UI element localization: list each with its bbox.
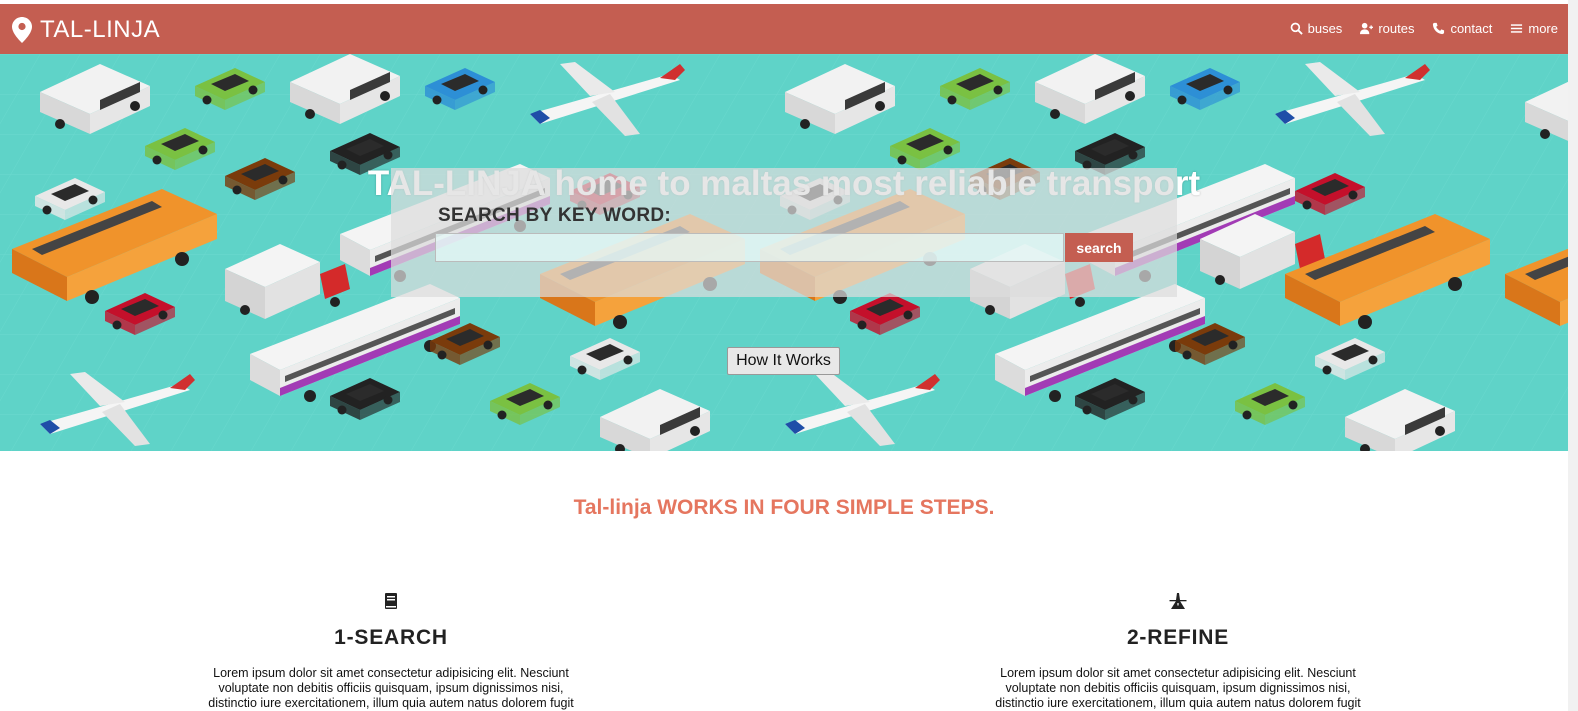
- nav-link-buses[interactable]: buses: [1290, 21, 1343, 36]
- brand-link[interactable]: TAL-LINJA: [12, 16, 160, 44]
- nav-link-more[interactable]: more: [1510, 21, 1558, 36]
- step-description: Lorem ipsum dolor sit amet consectetur a…: [995, 666, 1361, 710]
- search-button[interactable]: search: [1065, 233, 1133, 262]
- phone-icon: [1433, 22, 1445, 35]
- steps-heading: Tal-linja WORKS IN FOUR SIMPLE STEPS.: [573, 496, 995, 519]
- nav-link-label: more: [1528, 21, 1558, 36]
- step-title: 1-SEARCH: [334, 626, 448, 649]
- search-panel: SEARCH BY KEY WORD: search: [391, 168, 1177, 297]
- step-description: Lorem ipsum dolor sit amet consectetur a…: [208, 666, 574, 710]
- user-plus-icon: [1360, 22, 1374, 35]
- step-search: 1-SEARCH Lorem ipsum dolor sit amet cons…: [201, 592, 581, 711]
- location-pin-icon: [12, 17, 32, 43]
- how-it-works-button[interactable]: How It Works: [727, 347, 840, 375]
- road-icon: [1169, 593, 1187, 609]
- step-title: 2-REFINE: [1126, 626, 1230, 649]
- book-icon: [385, 593, 397, 609]
- nav-link-contact[interactable]: contact: [1432, 21, 1492, 36]
- hero-banner: TAL-LINJA home to maltas most reliable t…: [0, 54, 1568, 451]
- nav-link-label: contact: [1450, 21, 1493, 36]
- page-scrollbar[interactable]: [1568, 0, 1578, 711]
- nav-link-label: buses: [1307, 21, 1343, 36]
- search-input[interactable]: [435, 233, 1064, 262]
- step-refine: 2-REFINE Lorem ipsum dolor sit amet cons…: [988, 592, 1368, 711]
- navbar: TAL-LINJA buses routes contact more: [0, 4, 1568, 54]
- nav-link-label: routes: [1378, 21, 1415, 36]
- nav-link-routes[interactable]: routes: [1360, 21, 1414, 36]
- menu-icon: [1511, 24, 1523, 33]
- nav-links: buses routes contact more: [1290, 21, 1558, 36]
- search-icon: [1290, 22, 1303, 35]
- search-label: SEARCH BY KEY WORD:: [438, 205, 672, 226]
- brand-title: TAL-LINJA: [40, 16, 161, 43]
